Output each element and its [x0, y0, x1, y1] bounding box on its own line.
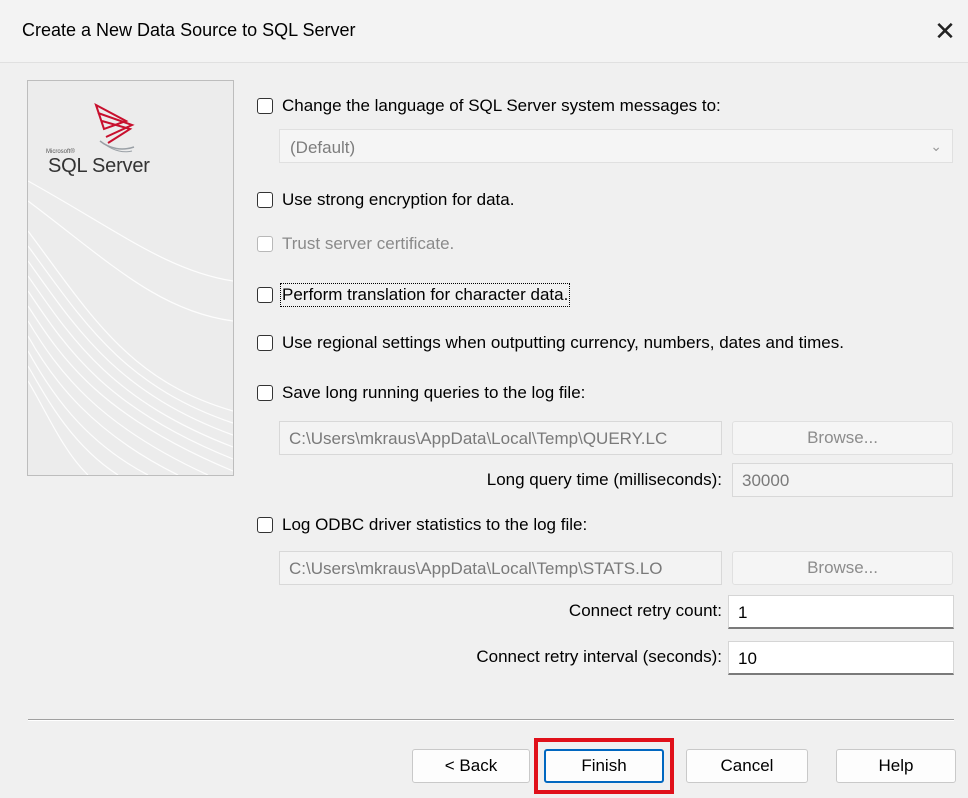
strong-encryption-checkbox[interactable]	[257, 192, 273, 208]
log-stats-option[interactable]: Log ODBC driver statistics to the log fi…	[257, 515, 587, 535]
regional-settings-option[interactable]: Use regional settings when outputting cu…	[257, 333, 844, 353]
regional-settings-label: Use regional settings when outputting cu…	[282, 333, 844, 352]
window-title: Create a New Data Source to SQL Server	[22, 20, 356, 40]
language-dropdown: (Default) ⌄	[279, 129, 953, 163]
back-button[interactable]: < Back	[412, 749, 530, 783]
retry-interval-label: Connect retry interval (seconds):	[476, 647, 722, 666]
trust-certificate-option: Trust server certificate.	[257, 234, 454, 254]
change-language-option[interactable]: Change the language of SQL Server system…	[257, 96, 721, 116]
cancel-button[interactable]: Cancel	[686, 749, 808, 783]
long-query-time-field: 30000	[732, 463, 953, 497]
log-stats-checkbox[interactable]	[257, 517, 273, 533]
retry-count-label: Connect retry count:	[568, 601, 722, 620]
query-browse-button: Browse...	[732, 421, 953, 455]
trust-certificate-checkbox	[257, 236, 273, 252]
sql-server-wordmark: SQL Server	[48, 155, 150, 177]
save-queries-option[interactable]: Save long running queries to the log fil…	[257, 383, 585, 403]
save-queries-checkbox[interactable]	[257, 385, 273, 401]
retry-interval-field[interactable]: 10	[728, 641, 954, 675]
title-bar: Create a New Data Source to SQL Server ✕	[0, 0, 968, 63]
strong-encryption-option[interactable]: Use strong encryption for data.	[257, 190, 514, 210]
chevron-down-icon: ⌄	[930, 138, 942, 154]
retry-count-field[interactable]: 1	[728, 595, 954, 629]
translation-label: Perform translation for character data.	[279, 283, 571, 307]
language-dropdown-value: (Default)	[290, 138, 356, 157]
close-icon[interactable]: ✕	[922, 0, 968, 62]
long-query-time-label: Long query time (milliseconds):	[486, 470, 722, 489]
change-language-checkbox[interactable]	[257, 98, 273, 114]
strong-encryption-label: Use strong encryption for data.	[282, 190, 515, 209]
change-language-label: Change the language of SQL Server system…	[282, 96, 721, 115]
save-queries-label: Save long running queries to the log fil…	[282, 383, 586, 402]
regional-settings-checkbox[interactable]	[257, 335, 273, 351]
help-button[interactable]: Help	[836, 749, 956, 783]
sql-server-logo-icon	[94, 102, 135, 153]
translation-checkbox[interactable]	[257, 287, 273, 303]
stats-browse-button: Browse...	[732, 551, 953, 585]
trust-certificate-label: Trust server certificate.	[282, 234, 455, 253]
query-log-path-field: C:\Users\mkraus\AppData\Local\Temp\QUERY…	[279, 421, 722, 455]
translation-option[interactable]: Perform translation for character data.	[257, 283, 571, 307]
log-stats-label: Log ODBC driver statistics to the log fi…	[282, 515, 588, 534]
stats-log-path-field: C:\Users\mkraus\AppData\Local\Temp\STATS…	[279, 551, 722, 585]
footer-separator	[28, 719, 954, 721]
finish-button[interactable]: Finish	[544, 749, 664, 783]
sql-server-banner: Microsoft® SQL Server	[27, 80, 234, 476]
